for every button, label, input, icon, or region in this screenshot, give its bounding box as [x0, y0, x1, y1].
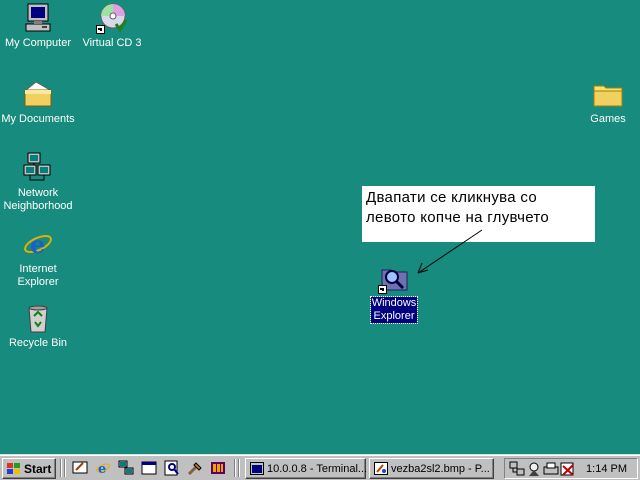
window-quick-launch-icon[interactable]	[141, 460, 157, 476]
network-neighborhood-shortcut[interactable]: Network Neighborhood	[0, 152, 76, 213]
desktop[interactable]: My Computer Virtual CD 3 My Documents Ne…	[0, 0, 640, 454]
windows-explorer-label: Windows Explorer	[369, 296, 419, 324]
task-terminal[interactable]: 10.0.0.8 - Terminal...	[245, 458, 368, 479]
paint-icon	[374, 462, 388, 475]
taskbar-separator	[234, 459, 236, 477]
shortcut-arrow-icon	[96, 25, 105, 34]
pointer-arrow-icon	[417, 229, 483, 274]
my-computer-label: My Computer	[4, 37, 72, 49]
virtual-cd-shortcut[interactable]: Virtual CD 3	[74, 2, 150, 50]
my-documents-label: My Documents	[1, 113, 75, 125]
cd-icon	[96, 2, 128, 34]
recycle-bin-label: Recycle Bin	[8, 337, 68, 349]
recycle-bin-icon	[22, 302, 54, 334]
games-folder[interactable]: Games	[570, 78, 640, 126]
tray-status-icon[interactable]	[560, 461, 576, 477]
network-label: Network Neighborhood	[2, 187, 73, 213]
documents-folder-icon	[22, 78, 54, 110]
explorer-folder-icon	[378, 262, 410, 294]
taskbar-separator	[238, 459, 240, 477]
ie-label-line2: Explorer	[17, 276, 59, 288]
callout-line-1: Двапати се кликнува со	[366, 189, 537, 206]
internet-explorer-shortcut[interactable]: e Internet Explorer	[0, 228, 76, 289]
network-label-line1: Network	[17, 187, 59, 199]
network-icon	[22, 152, 54, 184]
clock[interactable]: 1:14 PM	[586, 463, 627, 475]
tray-printer-icon[interactable]	[543, 461, 559, 477]
taskbar-separator	[60, 459, 62, 477]
virtual-cd-label: Virtual CD 3	[82, 37, 142, 49]
ie-quick-launch-icon[interactable]: e	[95, 460, 111, 476]
computer-icon	[22, 2, 54, 34]
ie-label-line1: Internet	[19, 263, 57, 275]
windows-explorer-label-line1: Windows	[371, 297, 417, 309]
tools-quick-launch-icon[interactable]	[187, 460, 203, 476]
svg-text:e: e	[30, 230, 45, 259]
taskbar-separator	[64, 459, 66, 477]
show-desktop-icon[interactable]	[72, 460, 88, 476]
windows-logo-icon	[7, 463, 20, 474]
games-label: Games	[590, 113, 626, 125]
start-label: Start	[24, 462, 52, 476]
taskbar: Start e 10.0.0.8 - Terminal... vezba2sl2…	[0, 454, 640, 480]
svg-text:e: e	[98, 462, 106, 476]
folder-icon	[592, 78, 624, 110]
tray-network-icon[interactable]	[509, 461, 525, 477]
task-terminal-label: 10.0.0.8 - Terminal...	[267, 463, 368, 475]
system-tray: 1:14 PM	[504, 458, 638, 479]
media-quick-launch-icon[interactable]	[210, 460, 226, 476]
network-label-line2: Neighborhood	[3, 200, 73, 212]
ie-icon: e	[22, 228, 54, 260]
shortcut-arrow-icon	[378, 285, 387, 294]
terminal-icon	[250, 462, 264, 475]
tray-agent-icon[interactable]	[526, 461, 542, 477]
my-computer-shortcut[interactable]: My Computer	[0, 2, 76, 50]
search-quick-launch-icon[interactable]	[164, 460, 180, 476]
ie-label: Internet Explorer	[17, 263, 60, 289]
windows-explorer-label-line2: Explorer	[373, 310, 415, 322]
recycle-bin-shortcut[interactable]: Recycle Bin	[0, 302, 76, 350]
task-paint-label: vezba2sl2.bmp - P...	[391, 463, 490, 475]
task-paint[interactable]: vezba2sl2.bmp - P...	[369, 458, 494, 479]
start-button[interactable]: Start	[2, 458, 56, 479]
network-quick-launch-icon[interactable]	[118, 460, 134, 476]
my-documents-shortcut[interactable]: My Documents	[0, 78, 76, 126]
